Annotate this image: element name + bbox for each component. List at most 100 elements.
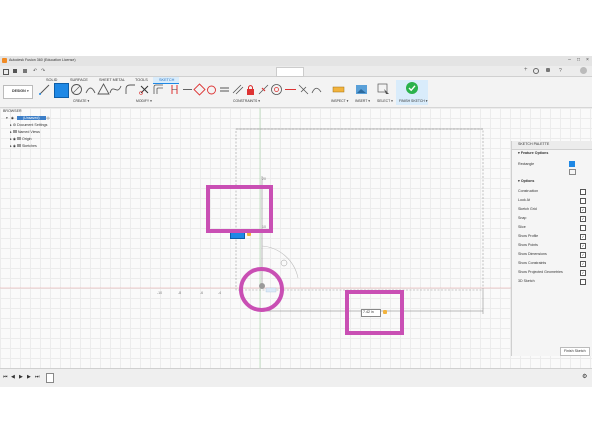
options-header[interactable]: ▾ Options — [518, 177, 590, 186]
palette-option-label: Slice — [518, 225, 526, 229]
go-to-end-icon[interactable]: ⏭ — [35, 375, 40, 380]
highlight-vertical-dimension — [206, 185, 273, 233]
palette-option-label: Sketch Grid — [518, 207, 537, 211]
trim-tool-icon[interactable] — [138, 83, 151, 96]
sketch-canvas[interactable]: BROWSER ▾ ◉ (Unsaved) ◎ ▸ ⚙ Document Set… — [0, 108, 592, 368]
palette-option-label: Show Projected Geometries — [518, 270, 563, 274]
minimize-button[interactable]: – — [566, 58, 573, 63]
concentric-constraint-icon[interactable] — [270, 83, 283, 96]
palette-option-checkbox[interactable]: ✓ — [580, 261, 586, 267]
redo-icon[interactable]: ↷ — [41, 68, 45, 74]
palette-option-checkbox[interactable]: ✓ — [580, 216, 586, 222]
palette-option-row[interactable]: 3D Sketch — [518, 277, 590, 286]
timeline-marker[interactable] — [46, 373, 54, 383]
timeline-bar: ⏮ ◀ ▶ ▶ ⏭ ⚙ — [0, 368, 592, 387]
palette-option-checkbox[interactable]: ✓ — [580, 207, 586, 213]
symmetric-constraint-icon[interactable] — [297, 83, 310, 96]
feature-options-header[interactable]: ▾ Feature Options — [518, 149, 590, 158]
modify-menu[interactable]: MODIFY ▾ — [136, 99, 152, 103]
play-icon[interactable]: ▶ — [19, 375, 23, 380]
timeline-settings-gear-icon[interactable]: ⚙ — [582, 374, 587, 380]
palette-option-checkbox[interactable] — [580, 279, 586, 285]
palette-option-row[interactable]: Slice — [518, 223, 590, 232]
palette-option-checkbox[interactable] — [580, 189, 586, 195]
workspace-dropdown[interactable]: DESIGN ▾ — [3, 85, 33, 99]
finish-sketch-palette-button[interactable]: Finish Sketch — [560, 347, 590, 356]
palette-option-label: Show Dimensions — [518, 252, 547, 256]
measure-icon[interactable] — [332, 83, 345, 96]
document-tab-bar: ↶ ↷ Untitled*(1) + ? — [0, 66, 592, 82]
user-avatar[interactable] — [580, 67, 587, 74]
palette-option-checkbox[interactable]: ✓ — [580, 243, 586, 249]
step-forward-icon[interactable]: ▶ — [27, 375, 31, 380]
select-menu[interactable]: SELECT ▾ — [377, 99, 393, 103]
palette-option-row[interactable]: Show Projected Geometries ✓ — [518, 268, 590, 277]
dimension-tool-icon[interactable] — [168, 83, 181, 96]
center-rectangle-option-icon[interactable] — [569, 169, 576, 175]
file-icon[interactable] — [13, 69, 17, 73]
palette-option-row[interactable]: Snap ✓ — [518, 214, 590, 223]
collinear-constraint-icon[interactable] — [284, 83, 297, 96]
step-back-icon[interactable]: ◀ — [11, 375, 15, 380]
parallel-constraint-icon[interactable] — [231, 83, 244, 96]
fusion-window: Autodesk Fusion 360 (Education License) … — [0, 56, 592, 386]
vertical-dimension-input[interactable] — [230, 232, 245, 239]
close-window-button[interactable]: × — [584, 58, 591, 63]
tab-solid[interactable]: SOLID — [46, 78, 57, 82]
palette-option-row[interactable]: Show Points ✓ — [518, 241, 590, 250]
palette-option-row[interactable]: Show Dimensions ✓ — [518, 250, 590, 259]
select-cursor-icon[interactable] — [377, 83, 390, 96]
rectangle-option-icon[interactable] — [569, 161, 575, 167]
palette-option-checkbox[interactable]: ✓ — [580, 270, 586, 276]
midpoint-constraint-icon[interactable] — [257, 83, 270, 96]
tab-surface[interactable]: SURFACE — [70, 78, 88, 82]
undo-icon[interactable]: ↶ — [33, 68, 37, 74]
palette-option-row[interactable]: Look At — [518, 196, 590, 205]
tab-sheet-metal[interactable]: SHEET METAL — [99, 78, 125, 82]
create-menu-label: CREATE — [73, 99, 87, 103]
arc-tool-icon[interactable] — [84, 83, 97, 96]
tab-tools[interactable]: TOOLS — [135, 78, 148, 82]
equal-constraint-icon[interactable] — [218, 83, 231, 96]
maximize-button[interactable]: □ — [575, 58, 582, 63]
tangent-constraint-icon[interactable] — [205, 83, 218, 96]
palette-option-row[interactable]: Show Profile ✓ — [518, 232, 590, 241]
constraints-menu-label: CONSTRAINTS — [233, 99, 258, 103]
create-menu[interactable]: CREATE ▾ — [73, 99, 89, 103]
palette-option-row[interactable]: Construction — [518, 187, 590, 196]
palette-option-checkbox[interactable]: ✓ — [580, 234, 586, 240]
circle-tool-icon[interactable] — [70, 83, 83, 96]
line-tool-icon[interactable] — [38, 83, 51, 96]
new-tab-icon[interactable]: + — [524, 67, 528, 73]
help-icon[interactable]: ? — [559, 68, 562, 74]
palette-option-row[interactable]: Show Constraints ✓ — [518, 259, 590, 268]
fix-lock-icon[interactable] — [244, 83, 257, 96]
svg-text:-8: -8 — [178, 291, 181, 295]
insert-image-icon[interactable] — [355, 83, 368, 96]
grid-menu-icon[interactable] — [3, 69, 9, 75]
palette-option-checkbox[interactable] — [580, 198, 586, 204]
rectangle-tool-icon[interactable] — [54, 83, 69, 98]
palette-option-row[interactable]: Sketch Grid ✓ — [518, 205, 590, 214]
extensions-icon[interactable] — [533, 68, 539, 74]
toolbar-ribbon: SOLID SURFACE SHEET METAL TOOLS SKETCH D… — [0, 77, 592, 108]
insert-menu[interactable]: INSERT ▾ — [355, 99, 370, 103]
svg-text:-6: -6 — [200, 291, 203, 295]
inspect-menu-label: INSPECT — [331, 99, 346, 103]
rectangle-preview — [235, 128, 484, 291]
curvature-constraint-icon[interactable] — [310, 83, 323, 96]
spline-tool-icon[interactable] — [109, 83, 122, 96]
offset-tool-icon[interactable] — [152, 83, 165, 96]
inspect-menu[interactable]: INSPECT ▾ — [331, 99, 348, 103]
fillet-tool-icon[interactable] — [124, 83, 137, 96]
palette-option-checkbox[interactable] — [580, 225, 586, 231]
save-icon[interactable] — [23, 69, 27, 73]
palette-option-checkbox[interactable]: ✓ — [580, 252, 586, 258]
finish-sketch-button[interactable]: FINISH SKETCH ▾ — [396, 80, 428, 105]
notifications-icon[interactable] — [546, 68, 550, 72]
highlight-horizontal-dimension — [345, 290, 404, 335]
constraints-menu[interactable]: CONSTRAINTS ▾ — [233, 99, 260, 103]
workspace-label: DESIGN — [12, 89, 26, 93]
document-tab[interactable]: Untitled*(1) — [276, 67, 304, 82]
go-to-start-icon[interactable]: ⏮ — [3, 375, 8, 380]
